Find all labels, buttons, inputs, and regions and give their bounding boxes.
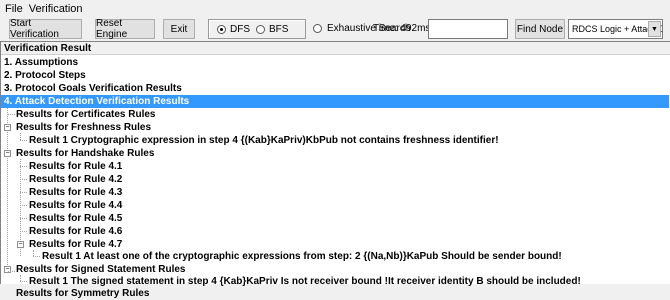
tree-line [8,114,15,115]
tree-line [20,179,27,180]
exit-button[interactable]: Exit [163,19,195,39]
search-mode-group: DFS BFS [208,19,306,39]
bfs-label: BFS [269,23,289,35]
tree-node-assumptions[interactable]: 1. Assumptions [4,56,78,69]
reset-engine-button[interactable]: Reset Engine [95,18,155,40]
time-label: Time: 492ms [373,23,431,34]
tree-node-freshness[interactable]: Results for Freshness Rules [16,121,151,134]
tree-node-rule-4-4[interactable]: Results for Rule 4.4 [29,199,122,212]
tree-node-rule-4-3[interactable]: Results for Rule 4.3 [29,186,122,199]
bfs-radio[interactable] [256,24,265,34]
logic-mode-select[interactable]: RDCS Logic + Attack De ▼ [568,19,663,39]
tree-node-attack-detection[interactable]: 4. Attack Detection Verification Results [1,95,669,108]
tree-node-freshness-result[interactable]: Result 1 Cryptographic expression in ste… [29,134,499,147]
tree-line [20,192,27,193]
menu-verification[interactable]: Verification [27,3,87,15]
tree-node-protocol-steps[interactable]: 2. Protocol Steps [4,69,86,82]
tree-line [33,256,40,257]
collapse-icon[interactable]: − [4,150,11,157]
tree-node-rule-4-7-result[interactable]: Result 1 At least one of the cryptograph… [42,250,562,263]
tree-node-rule-4-1[interactable]: Results for Rule 4.1 [29,160,122,173]
menu-bar: File Verification [0,0,670,17]
tree-line [20,140,27,141]
tree-line [20,133,21,140]
tree-node-rule-4-5[interactable]: Results for Rule 4.5 [29,212,122,225]
tree-line [8,271,15,272]
start-verification-button[interactable]: Start Verification [9,18,82,40]
toolbar: Start Verification Reset Engine Exit DFS… [0,17,670,41]
collapse-icon[interactable]: − [17,241,24,248]
tree-line [7,108,8,273]
tree-node-rule-4-6[interactable]: Results for Rule 4.6 [29,225,122,238]
tree-line [20,205,27,206]
find-node-input[interactable] [428,19,508,39]
find-node-button[interactable]: Find Node [515,19,565,39]
chevron-down-icon[interactable]: ▼ [648,21,661,37]
tree-line [20,281,27,282]
dfs-label: DFS [230,23,250,35]
tree-line [20,166,27,167]
collapse-icon[interactable]: − [4,124,11,131]
dfs-radio[interactable] [217,24,226,34]
menu-file[interactable]: File [3,3,27,15]
verification-tree[interactable]: Verification Result 1. Assumptions 2. Pr… [0,41,670,299]
tree-header: Verification Result [1,42,670,55]
tree-node-rule-4-2[interactable]: Results for Rule 4.2 [29,173,122,186]
tree-node-goals[interactable]: 3. Protocol Goals Verification Results [4,82,182,95]
tree-line [20,218,27,219]
tree-node-symmetry[interactable]: Results for Symmetry Rules [16,287,149,300]
tree-node-certificates[interactable]: Results for Certificates Rules [16,108,156,121]
tree-node-handshake[interactable]: Results for Handshake Rules [16,147,154,160]
exhaustive-search-radio[interactable] [313,24,322,33]
tree-line [20,231,27,232]
